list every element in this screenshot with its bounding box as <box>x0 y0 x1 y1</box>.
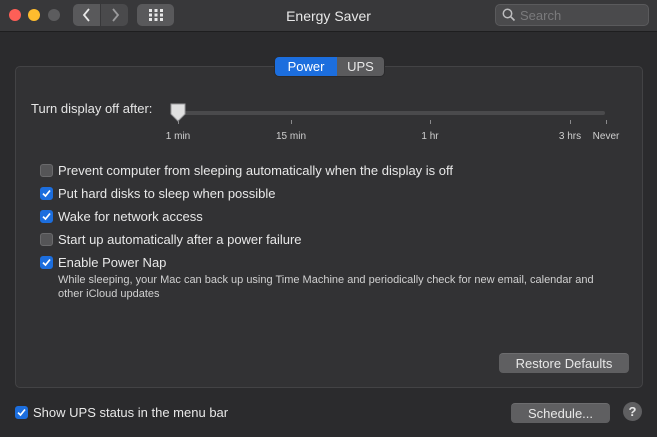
segmented-tabs: Power UPS <box>274 56 385 77</box>
slider-tick <box>430 120 431 124</box>
prevent-sleep-option[interactable]: Prevent computer from sleeping automatic… <box>40 162 453 178</box>
zoom-window-button[interactable] <box>48 9 60 21</box>
display-sleep-label: Turn display off after: <box>31 101 153 116</box>
tick-label-1-min: 1 min <box>165 131 191 142</box>
restore-defaults-button[interactable]: Restore Defaults <box>499 353 629 373</box>
checkmark-icon <box>42 212 51 220</box>
chevron-left-icon <box>82 8 90 22</box>
close-window-button[interactable] <box>9 9 21 21</box>
startup-power-failure-label: Start up automatically after a power fai… <box>58 231 302 247</box>
disk-sleep-label: Put hard disks to sleep when possible <box>58 185 276 201</box>
ups-status-option[interactable]: Show UPS status in the menu bar <box>15 404 228 420</box>
display-sleep-slider-track[interactable] <box>175 111 605 115</box>
checkmark-icon <box>17 408 26 416</box>
tick-label-15-min: 15 min <box>275 131 307 142</box>
disk-sleep-option[interactable]: Put hard disks to sleep when possible <box>40 185 276 201</box>
forward-button[interactable] <box>101 4 128 26</box>
slider-tick <box>606 120 607 124</box>
power-nap-option[interactable]: Enable Power Nap <box>40 254 166 270</box>
power-nap-label: Enable Power Nap <box>58 254 167 270</box>
prevent-sleep-checkbox[interactable] <box>40 163 53 177</box>
power-nap-description: While sleeping, your Mac can back up usi… <box>58 274 594 300</box>
startup-power-failure-checkbox[interactable] <box>40 232 53 246</box>
tick-label-3-hrs: 3 hrs <box>558 131 582 142</box>
tab-power[interactable]: Power <box>275 57 337 76</box>
minimize-window-button[interactable] <box>28 9 40 21</box>
startup-power-failure-option[interactable]: Start up automatically after a power fai… <box>40 231 302 247</box>
search-input[interactable] <box>520 7 644 23</box>
help-button[interactable]: ? <box>623 402 642 421</box>
ups-status-checkbox[interactable] <box>15 405 28 419</box>
disk-sleep-checkbox[interactable] <box>40 186 53 200</box>
prevent-sleep-label: Prevent computer from sleeping automatic… <box>58 162 454 178</box>
slider-tick <box>570 120 571 124</box>
slider-tick <box>178 120 179 124</box>
tab-ups[interactable]: UPS <box>337 57 384 76</box>
tick-label-never: Never <box>592 131 620 142</box>
search-icon <box>502 8 516 22</box>
tick-label-1-hr: 1 hr <box>421 131 439 142</box>
power-nap-checkbox[interactable] <box>40 255 53 269</box>
chevron-right-icon <box>111 8 119 22</box>
slider-tick <box>291 120 292 124</box>
checkmark-icon <box>42 258 51 266</box>
show-all-button[interactable] <box>137 4 174 26</box>
wake-network-label: Wake for network access <box>58 208 203 224</box>
wake-network-checkbox[interactable] <box>40 209 53 223</box>
wake-network-option[interactable]: Wake for network access <box>40 208 203 224</box>
grid-icon <box>148 9 163 21</box>
checkmark-icon <box>42 189 51 197</box>
search-field[interactable] <box>495 4 649 26</box>
back-button[interactable] <box>73 4 100 26</box>
ups-status-label: Show UPS status in the menu bar <box>33 404 229 420</box>
title-bar: Energy Saver <box>0 0 657 32</box>
schedule-button[interactable]: Schedule... <box>511 403 610 423</box>
